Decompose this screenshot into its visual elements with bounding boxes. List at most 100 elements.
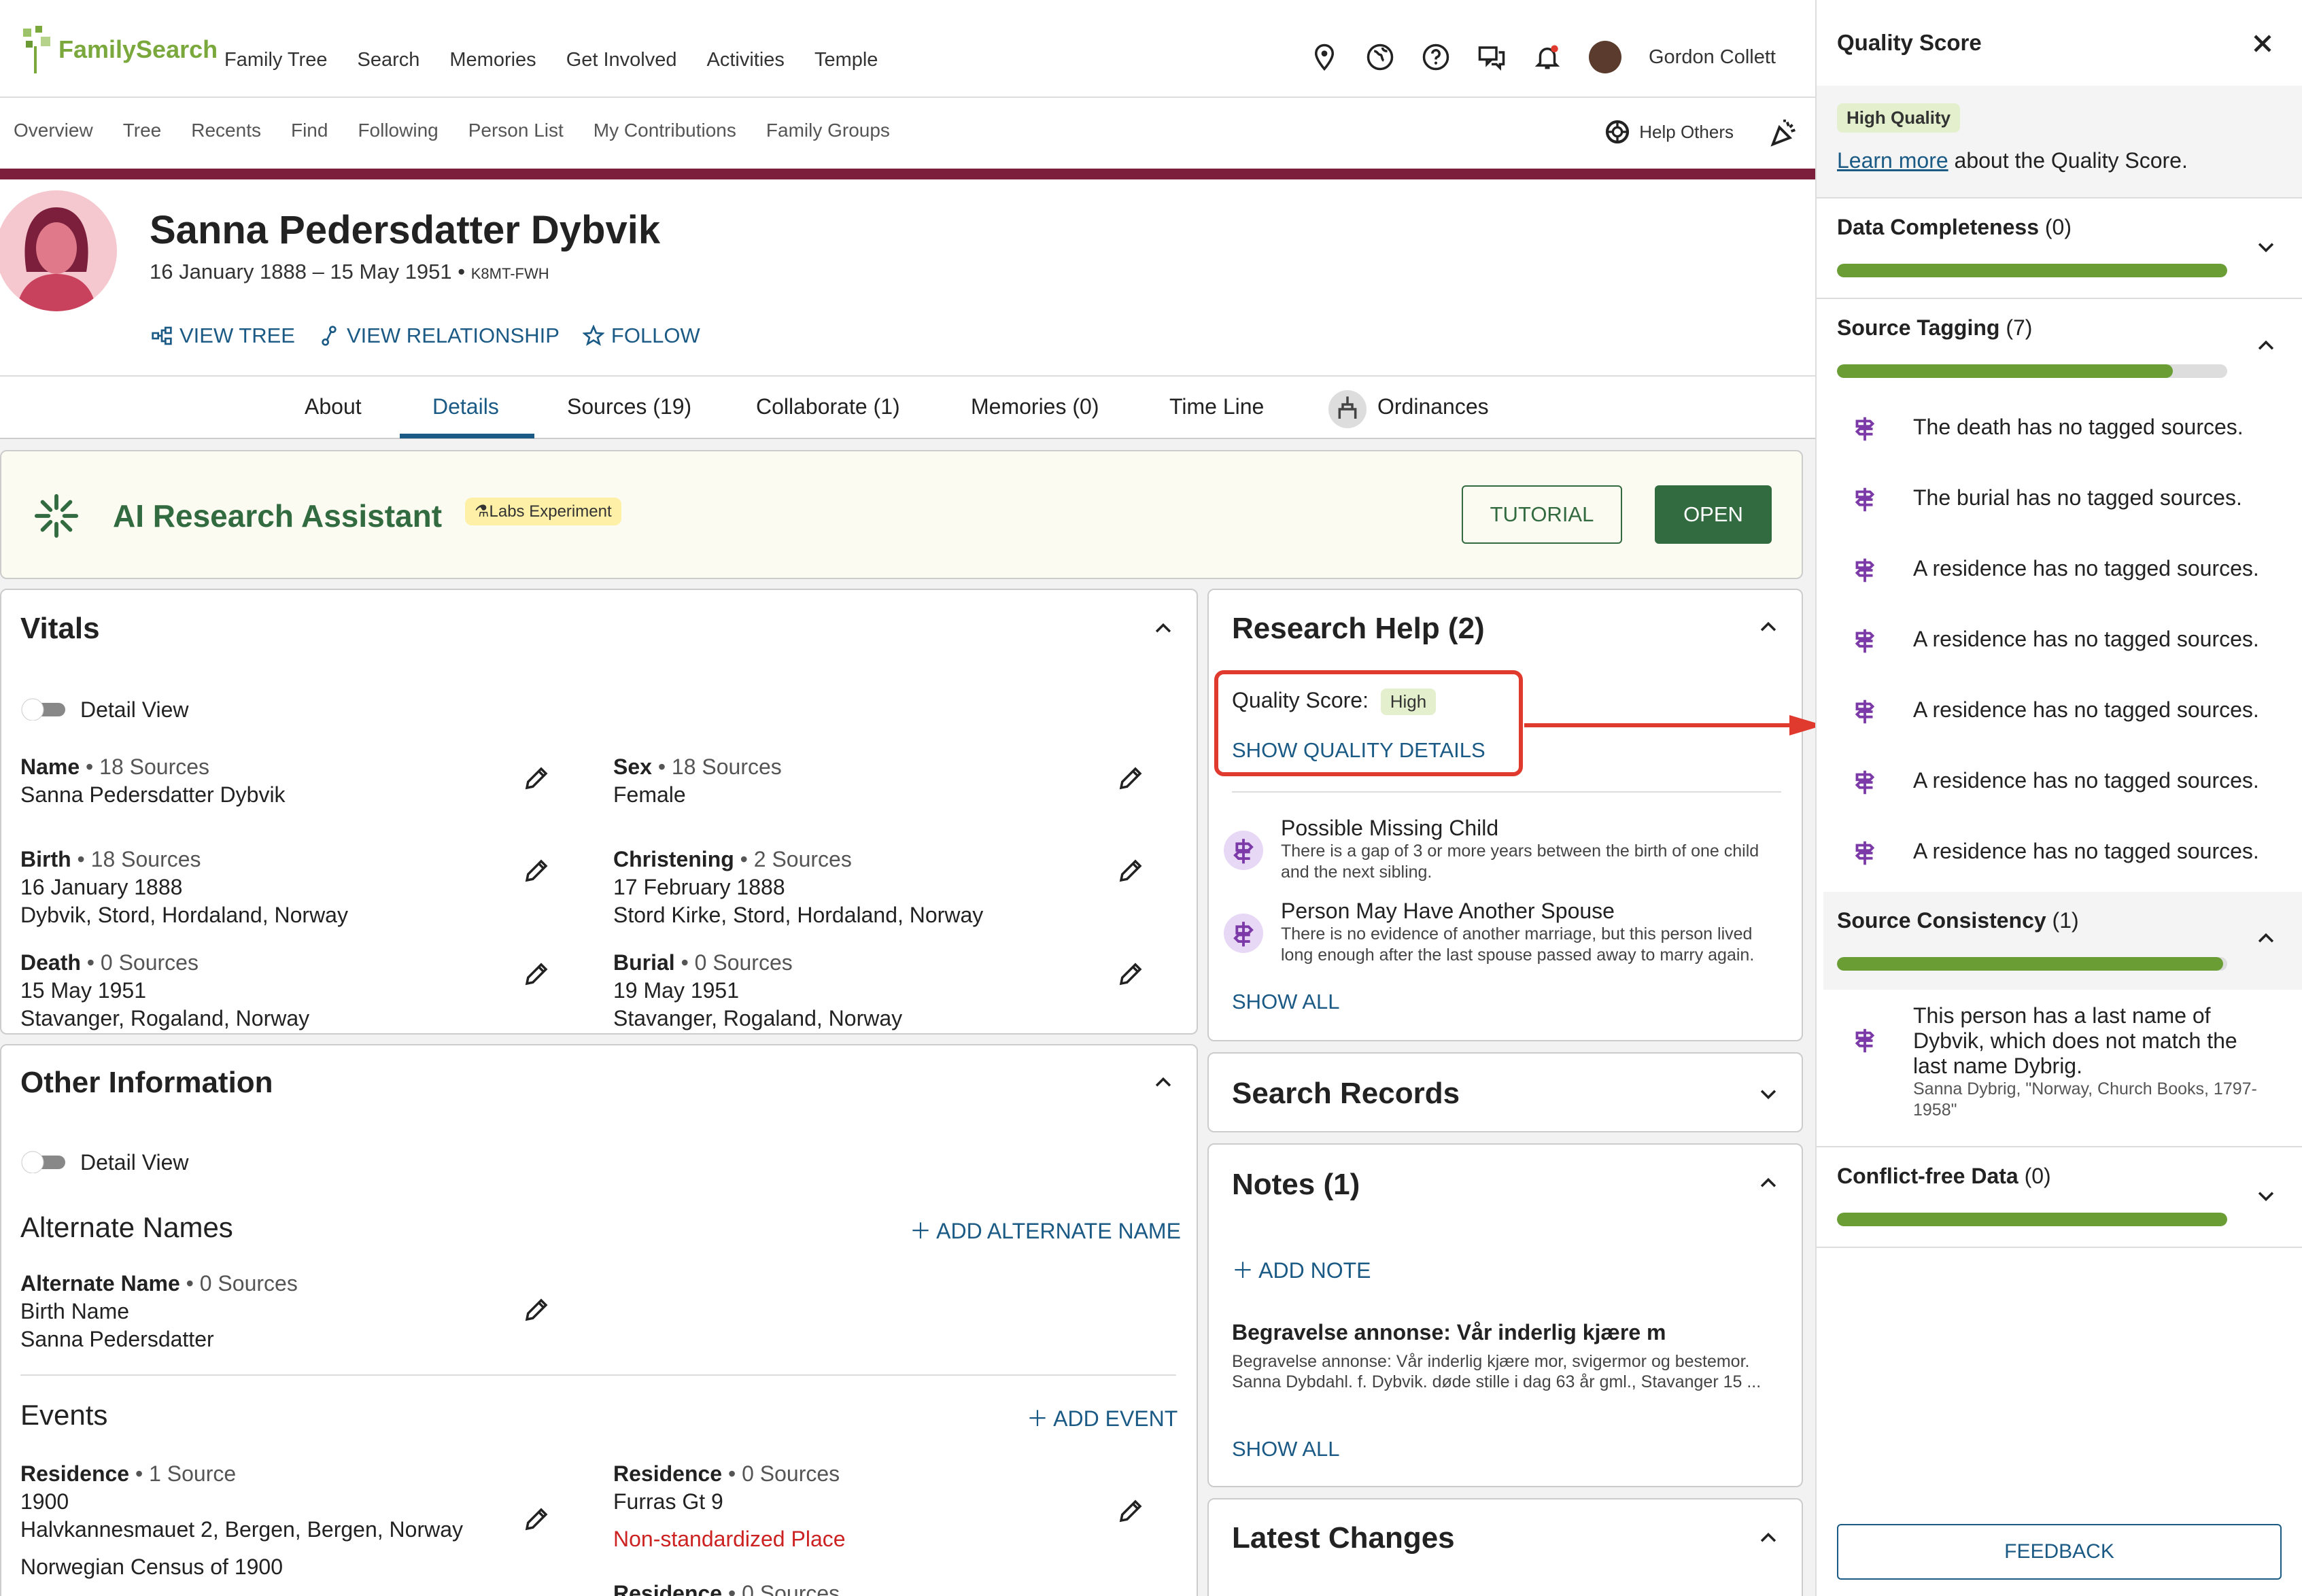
- menu-get-involved[interactable]: Get Involved: [566, 49, 677, 71]
- vital-name: Name • 18 Sources Sanna Pedersdatter Dybv…: [20, 753, 286, 809]
- chevron-up-icon[interactable]: [1757, 1527, 1780, 1550]
- field-label: Name: [20, 754, 80, 779]
- learn-more-link[interactable]: Learn more: [1837, 148, 1948, 173]
- show-all-research-button[interactable]: SHOW ALL: [1232, 990, 1340, 1014]
- lifebuoy-icon: [1606, 120, 1630, 144]
- edit-pencil-icon[interactable]: [522, 1505, 551, 1533]
- temple-icon: [1328, 390, 1367, 428]
- celebration-icon[interactable]: [1769, 117, 1800, 148]
- subnav-person-list[interactable]: Person List: [468, 120, 564, 141]
- field-sources[interactable]: • 18 Sources: [80, 754, 209, 779]
- field-sources[interactable]: • 0 Sources: [722, 1461, 840, 1486]
- subnav-my-contributions[interactable]: My Contributions: [594, 120, 736, 141]
- add-alternate-name-button[interactable]: ＋ ADD ALTERNATE NAME: [910, 1214, 1181, 1245]
- tagging-issue[interactable]: A residence has no tagged sources.: [1817, 748, 2302, 818]
- field-sources[interactable]: • 0 Sources: [722, 1581, 840, 1596]
- consistency-issue[interactable]: This person has a last name of Dybvik, w…: [1913, 1003, 2257, 1121]
- hint-another-spouse[interactable]: Person May Have Another Spouse There is …: [1281, 899, 1754, 966]
- tagging-issue[interactable]: A residence has no tagged sources.: [1817, 606, 2302, 677]
- tab-ordinances[interactable]: Ordinances: [1377, 394, 1489, 419]
- tagging-issue[interactable]: The burial has no tagged sources.: [1817, 465, 2302, 536]
- user-name[interactable]: Gordon Collett: [1649, 46, 1776, 69]
- chevron-up-icon[interactable]: [1757, 616, 1780, 639]
- globe-icon[interactable]: [1366, 43, 1394, 71]
- help-others-button[interactable]: Help Others: [1604, 118, 1734, 145]
- show-all-notes-button[interactable]: SHOW ALL: [1232, 1437, 1340, 1461]
- add-event-button[interactable]: ＋ ADD EVENT: [1027, 1402, 1178, 1433]
- menu-activities[interactable]: Activities: [707, 49, 785, 71]
- subnav-find[interactable]: Find: [291, 120, 328, 141]
- tagging-issue[interactable]: A residence has no tagged sources.: [1817, 818, 2302, 889]
- person-tabs: About Details Sources (19) Collaborate (…: [0, 375, 1815, 439]
- field-sources[interactable]: • 0 Sources: [180, 1271, 298, 1296]
- close-icon[interactable]: [2248, 29, 2278, 58]
- chevron-up-icon[interactable]: [1152, 617, 1175, 640]
- search-records-card[interactable]: Search Records: [1207, 1052, 1803, 1132]
- follow-button[interactable]: FOLLOW: [582, 324, 700, 348]
- view-relationship-button[interactable]: VIEW RELATIONSHIP: [318, 324, 560, 348]
- section-label: Conflict-free Data (0): [1837, 1164, 2051, 1189]
- chevron-up-icon[interactable]: [1757, 1172, 1780, 1195]
- field-sources[interactable]: • 2 Sources: [734, 847, 852, 871]
- chevron-up-icon[interactable]: [2254, 334, 2278, 358]
- detail-view-toggle[interactable]: [19, 1150, 68, 1173]
- location-pin-icon[interactable]: [1310, 43, 1339, 71]
- menu-search[interactable]: Search: [357, 49, 419, 71]
- feedback-button[interactable]: FEEDBACK: [1837, 1524, 2282, 1580]
- tab-sources[interactable]: Sources (19): [567, 394, 691, 419]
- field-sources[interactable]: • 0 Sources: [81, 950, 199, 975]
- edit-pencil-icon[interactable]: [1116, 856, 1145, 885]
- chat-icon[interactable]: [1477, 43, 1506, 71]
- tutorial-button[interactable]: TUTORIAL: [1462, 485, 1622, 544]
- menu-family-tree[interactable]: Family Tree: [224, 49, 327, 71]
- chevron-up-icon[interactable]: [1152, 1071, 1175, 1094]
- person-portrait[interactable]: [0, 190, 117, 311]
- edit-pencil-icon[interactable]: [1116, 960, 1145, 988]
- note-title[interactable]: Begravelse annonse: Vår inderlig kjære m: [1232, 1320, 1666, 1345]
- chevron-down-icon[interactable]: [2254, 1184, 2278, 1207]
- chevron-down-icon[interactable]: [1757, 1082, 1780, 1105]
- section-header-bg[interactable]: [1823, 892, 2302, 990]
- subnav-following[interactable]: Following: [358, 120, 438, 141]
- field-sources[interactable]: • 18 Sources: [71, 847, 201, 871]
- user-avatar[interactable]: [1589, 41, 1621, 73]
- field-sources[interactable]: • 0 Sources: [675, 950, 793, 975]
- field-sources[interactable]: • 18 Sources: [652, 754, 782, 779]
- help-icon[interactable]: [1422, 43, 1450, 71]
- familysearch-logo[interactable]: FamilySearch: [20, 26, 218, 73]
- signpost-icon: [1855, 629, 1875, 653]
- menu-memories[interactable]: Memories: [449, 49, 536, 71]
- tagging-issue[interactable]: The death has no tagged sources.: [1817, 394, 2302, 465]
- conflict-free-section[interactable]: Conflict-free Data (0): [1817, 1146, 2302, 1248]
- subnav-overview[interactable]: Overview: [14, 120, 93, 141]
- edit-pencil-icon[interactable]: [522, 960, 551, 988]
- edit-pencil-icon[interactable]: [522, 764, 551, 793]
- bell-icon[interactable]: [1533, 43, 1562, 71]
- person-id[interactable]: K8MT-FWH: [471, 265, 549, 282]
- tagging-issue[interactable]: A residence has no tagged sources.: [1817, 677, 2302, 748]
- edit-pencil-icon[interactable]: [522, 856, 551, 885]
- subnav-family-groups[interactable]: Family Groups: [766, 120, 890, 141]
- data-completeness-section[interactable]: Data Completeness (0): [1817, 197, 2302, 296]
- subnav-tree[interactable]: Tree: [123, 120, 162, 141]
- edit-pencil-icon[interactable]: [1116, 1497, 1145, 1525]
- non-standardized-warning[interactable]: Non-standardized Place: [613, 1525, 846, 1553]
- chevron-down-icon[interactable]: [2254, 235, 2278, 258]
- tagging-issue[interactable]: A residence has no tagged sources.: [1817, 536, 2302, 606]
- field-sources[interactable]: • 1 Source: [129, 1461, 236, 1486]
- open-button[interactable]: OPEN: [1655, 485, 1772, 544]
- add-note-button[interactable]: ＋ ADD NOTE: [1232, 1253, 1371, 1285]
- edit-pencil-icon[interactable]: [522, 1296, 551, 1324]
- chevron-up-icon[interactable]: [2254, 927, 2278, 950]
- edit-pencil-icon[interactable]: [1116, 764, 1145, 793]
- subnav-recents[interactable]: Recents: [191, 120, 261, 141]
- menu-temple[interactable]: Temple: [814, 49, 878, 71]
- tab-collaborate[interactable]: Collaborate (1): [756, 394, 900, 419]
- tab-memories[interactable]: Memories (0): [971, 394, 1099, 419]
- tab-details[interactable]: Details: [432, 394, 499, 419]
- tab-about[interactable]: About: [305, 394, 362, 419]
- tab-time-line[interactable]: Time Line: [1169, 394, 1264, 419]
- detail-view-toggle[interactable]: [19, 697, 68, 721]
- view-tree-button[interactable]: VIEW TREE: [151, 324, 295, 348]
- hint-possible-missing-child[interactable]: Possible Missing Child There is a gap of…: [1281, 816, 1759, 883]
